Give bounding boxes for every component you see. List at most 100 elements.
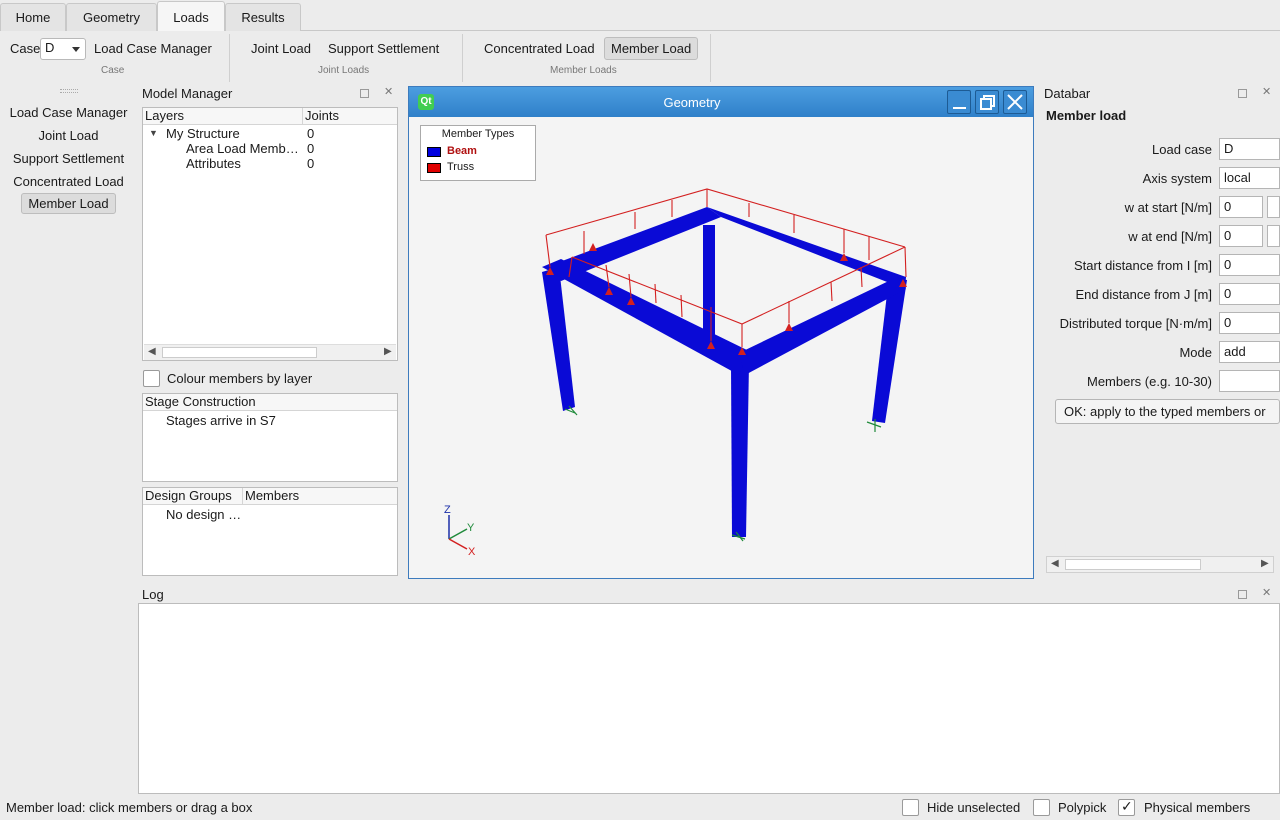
grip-handle[interactable]	[60, 89, 78, 93]
frame-column	[703, 225, 715, 345]
start-distance-input[interactable]: 0	[1219, 254, 1280, 276]
left-load-case-manager[interactable]: Load Case Manager	[0, 105, 137, 120]
geometry-window: Qt Geometry Member Types Beam Truss Z Y …	[408, 86, 1034, 579]
left-member-load[interactable]: Member Load	[0, 193, 137, 214]
colour-by-layer-label: Colour members by layer	[167, 371, 313, 386]
left-concentrated-load-label: Concentrated Load	[13, 174, 124, 189]
status-message: Member load: click members or drag a box	[6, 800, 253, 815]
tab-results[interactable]: Results	[225, 3, 301, 31]
members-input[interactable]	[1219, 370, 1280, 392]
w-end-label: w at end [N/m]	[1128, 229, 1212, 244]
group-label-case: Case	[101, 65, 125, 76]
mode-label: Mode	[1179, 345, 1212, 360]
left-joint-load-label: Joint Load	[38, 128, 99, 143]
structure-viewport[interactable]: Z Y X	[409, 117, 1033, 578]
tab-home[interactable]: Home	[0, 3, 66, 31]
stage-construction-text: Stages arrive in S7	[166, 413, 276, 428]
w-start-input-2[interactable]	[1267, 196, 1280, 218]
tree-expand-icon[interactable]: ▼	[149, 128, 158, 138]
scroll-right-icon[interactable]: ▶	[1261, 558, 1269, 569]
geometry-window-title: Geometry	[663, 95, 721, 110]
axis-x-label: X	[468, 546, 476, 558]
hide-unselected-checkbox[interactable]	[902, 799, 919, 816]
ribbon-separator	[229, 34, 230, 82]
joints-column-header[interactable]: Joints	[303, 108, 397, 125]
frame-column	[731, 363, 749, 537]
ribbon: Case D Load Case Manager Case Joint Load…	[0, 31, 1280, 85]
status-bar: Member load: click members or drag a box…	[0, 796, 1280, 820]
tree-row-joints: 0	[307, 141, 315, 156]
end-distance-label: End distance from J [m]	[1075, 287, 1212, 302]
databar-scrollbar[interactable]: ◀ ▶	[1046, 556, 1274, 573]
end-distance-input[interactable]: 0	[1219, 283, 1280, 305]
mode-select[interactable]: add	[1219, 341, 1280, 363]
torque-label: Distributed torque [N·m/m]	[1059, 316, 1212, 331]
close-icon[interactable]: ✕	[1262, 588, 1271, 599]
load-case-select[interactable]: D	[1219, 138, 1280, 160]
w-start-input[interactable]: 0	[1219, 196, 1263, 218]
left-toolbar: Load Case Manager Joint Load Support Set…	[0, 86, 137, 794]
tab-loads[interactable]: Loads	[157, 1, 225, 32]
design-groups-text: No design …	[166, 507, 242, 522]
load-arrow	[785, 323, 793, 331]
geometry-titlebar[interactable]: Qt Geometry	[409, 87, 1033, 117]
chevron-down-icon	[72, 47, 80, 52]
group-label-joint-loads: Joint Loads	[318, 65, 370, 76]
frame-beam	[542, 259, 749, 375]
w-end-input[interactable]: 0	[1219, 225, 1263, 247]
member-load-button[interactable]: Member Load	[604, 37, 699, 60]
torque-input[interactable]: 0	[1219, 312, 1280, 334]
scroll-right-icon[interactable]: ▶	[384, 346, 392, 357]
colour-by-layer-checkbox[interactable]	[143, 370, 160, 387]
scroll-left-icon[interactable]: ◀	[148, 346, 156, 357]
close-icon[interactable]: ✕	[384, 87, 393, 98]
physical-members-checkbox[interactable]: ✓	[1118, 798, 1135, 816]
scrollbar-thumb[interactable]	[162, 347, 317, 358]
axis-system-select[interactable]: local	[1219, 167, 1280, 189]
concentrated-load-button[interactable]: Concentrated Load	[478, 38, 601, 59]
scrollbar-thumb[interactable]	[1065, 559, 1201, 570]
left-load-case-manager-label: Load Case Manager	[9, 105, 128, 120]
tree-row-attributes[interactable]: Attributes	[186, 156, 241, 171]
float-icon[interactable]	[360, 89, 369, 98]
close-icon[interactable]: ✕	[1262, 87, 1271, 98]
apply-ok-button[interactable]: OK: apply to the typed members or	[1055, 399, 1280, 424]
layers-column-header[interactable]: Layers	[143, 108, 303, 125]
model-manager-title: Model Manager	[142, 86, 233, 101]
close-icon[interactable]	[1003, 90, 1027, 114]
float-icon[interactable]	[1238, 89, 1247, 98]
polypick-label: Polypick	[1058, 800, 1107, 815]
tab-geometry[interactable]: Geometry	[66, 3, 157, 31]
log-output[interactable]	[138, 603, 1280, 794]
tree-row-area-load[interactable]: Area Load Memb…	[186, 141, 299, 156]
left-concentrated-load[interactable]: Concentrated Load	[0, 174, 137, 189]
tree-row-my-structure[interactable]: My Structure	[166, 126, 240, 141]
design-groups-panel: Design Groups Members No design …	[142, 487, 398, 576]
scroll-left-icon[interactable]: ◀	[1051, 558, 1059, 569]
case-label: Case	[10, 41, 41, 56]
axis-system-label: Axis system	[1142, 171, 1212, 186]
design-groups-header[interactable]: Design Groups	[143, 488, 243, 505]
joint-load-button[interactable]: Joint Load	[245, 38, 317, 59]
float-icon[interactable]	[1238, 590, 1247, 599]
physical-members-label: Physical members	[1144, 800, 1251, 815]
left-joint-load[interactable]: Joint Load	[0, 128, 137, 143]
maximize-icon[interactable]	[975, 90, 999, 114]
polypick-checkbox[interactable]	[1033, 799, 1050, 816]
start-distance-label: Start distance from I [m]	[1074, 258, 1212, 273]
case-select[interactable]: D	[40, 38, 86, 60]
w-end-input-2[interactable]	[1267, 225, 1280, 247]
frame-column	[542, 267, 575, 411]
members-column-header[interactable]: Members	[243, 488, 397, 505]
load-case-manager-button[interactable]: Load Case Manager	[88, 38, 218, 59]
w-start-label: w at start [N/m]	[1124, 200, 1212, 215]
horizontal-scrollbar[interactable]: ◀ ▶	[144, 344, 396, 360]
axis-y-label: Y	[467, 522, 475, 534]
hide-unselected-label: Hide unselected	[927, 800, 1021, 815]
databar-heading: Member load	[1046, 108, 1127, 123]
load-arrow	[589, 243, 597, 251]
left-support-settlement[interactable]: Support Settlement	[0, 151, 137, 166]
frame-beam	[707, 207, 906, 289]
minimize-icon[interactable]	[947, 90, 971, 114]
support-settlement-button[interactable]: Support Settlement	[322, 38, 445, 59]
